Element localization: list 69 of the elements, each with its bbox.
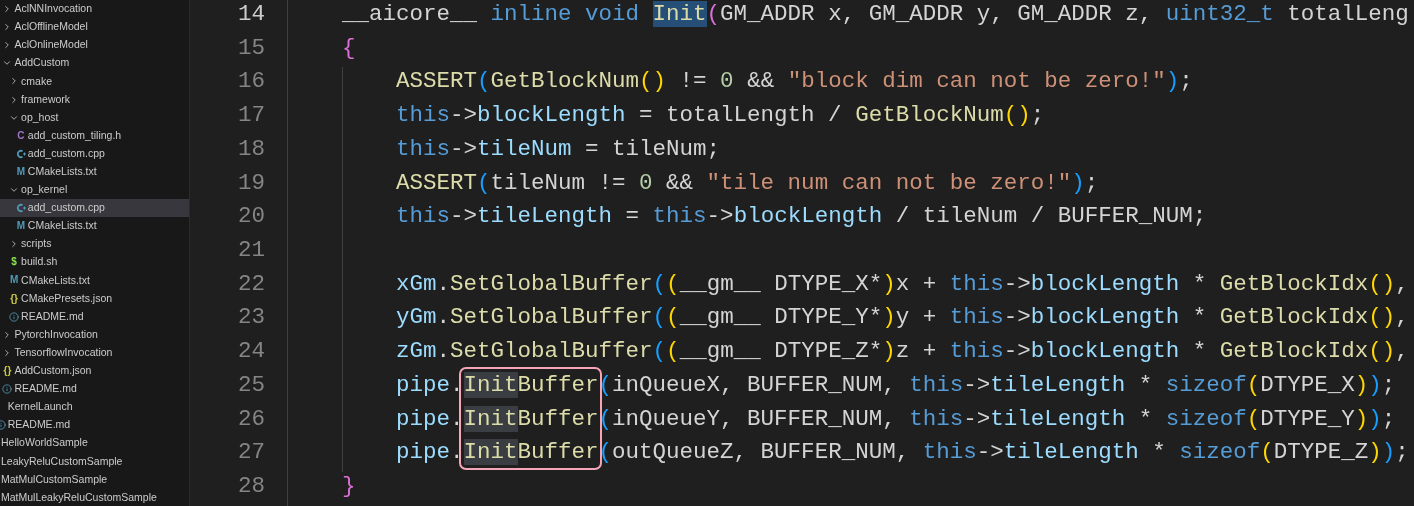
- file-type-icon: M: [9, 275, 19, 286]
- file-type-icon: M: [16, 221, 25, 232]
- file-type-icon: C: [17, 130, 25, 141]
- file-type-icon: M: [16, 166, 25, 177]
- line-number: 20: [238, 202, 265, 232]
- tree-item[interactable]: {} CMakePresets.json: [0, 289, 189, 308]
- line-number: 16: [238, 67, 265, 97]
- code-line: this->tileLength = this->blockLength / tileNum / BUFFER_NUM;: [395, 203, 1207, 230]
- tree-item[interactable]: op_kernel: [0, 180, 189, 200]
- line-number: 17: [238, 101, 265, 131]
- tree-item[interactable]: add_custom.cpp: [0, 144, 189, 163]
- tree-item[interactable]: framework: [0, 90, 189, 109]
- line-number: 23: [238, 303, 265, 333]
- tree-item[interactable]: KernelLaunch: [0, 398, 189, 417]
- code-line: pipe.InitBuffer(inQueueX, BUFFER_NUM, this->tileLength * sizeof(DTYPE_X));: [395, 371, 1396, 398]
- code-line: {: [341, 34, 356, 61]
- tree-item[interactable]: M CMakeLists.txt: [0, 217, 189, 236]
- tree-item[interactable]: M CMakeLists.txt: [0, 271, 189, 290]
- line-number: 22: [238, 269, 265, 299]
- tree-item[interactable]: scripts: [0, 235, 189, 254]
- code-line: pipe.InitBuffer(inQueueY, BUFFER_NUM, this->tileLength * sizeof(DTYPE_Y));: [395, 405, 1396, 432]
- tree-item[interactable]: README.md: [0, 416, 189, 435]
- tree-item[interactable]: TensorflowInvocation: [0, 343, 189, 362]
- code-line: ASSERT(tileNum != 0 && "tile num can not be zero!");: [395, 169, 1099, 196]
- line-number: 28: [238, 472, 265, 502]
- line-number: 15: [238, 33, 265, 63]
- tree-item[interactable]: HelloWorldSample: [0, 434, 189, 453]
- tree-item[interactable]: add_custom.cpp: [0, 199, 189, 218]
- info-icon: [2, 384, 13, 394]
- file-type-icon: $: [11, 257, 17, 268]
- chevron-down-icon: [9, 185, 20, 195]
- tree-item[interactable]: op_host: [0, 108, 189, 127]
- code-line: __aicore__ inline void Init(GM_ADDR x, GM_ADDR y, GM_ADDR z, uint32_t totalLeng: [341, 1, 1409, 27]
- tree-item[interactable]: MatMulLeakyReluCustomSample: [0, 488, 189, 506]
- tree-item[interactable]: PytorchInvocation: [0, 325, 189, 344]
- tree-item[interactable]: README.md: [0, 379, 189, 399]
- tree-item[interactable]: AclOfflineModel: [0, 18, 189, 37]
- code-line: yGm.SetGlobalBuffer((__gm__ DTYPE_Y*)y + this->blockLength * GetBlockIdx(),: [395, 304, 1409, 331]
- tree-item[interactable]: AclOnlineModel: [0, 36, 189, 55]
- tree-item[interactable]: {} AddCustom.json: [0, 361, 189, 380]
- cpp-file-icon: [15, 203, 26, 214]
- line-number: 26: [238, 404, 265, 434]
- tree-item[interactable]: AclNNInvocation: [0, 0, 189, 19]
- code-line: this->tileNum = tileNum;: [395, 135, 721, 162]
- file-type-icon: {}: [10, 293, 18, 304]
- line-number: 18: [238, 134, 265, 164]
- code-line: zGm.SetGlobalBuffer((__gm__ DTYPE_Z*)z + this->blockLength * GetBlockIdx(),: [395, 338, 1409, 365]
- tree-item[interactable]: MatMulCustomSample: [0, 470, 189, 489]
- tree-item[interactable]: cmake: [0, 72, 189, 91]
- code-line: ASSERT(GetBlockNum() != 0 && "block dim can not be zero!");: [395, 68, 1193, 95]
- line-number: 14: [238, 0, 265, 29]
- tree-item[interactable]: README.md: [0, 307, 189, 326]
- info-icon: [9, 311, 20, 322]
- line-number: 21: [238, 236, 265, 266]
- code-line: pipe.InitBuffer(outQueueZ, BUFFER_NUM, this->tileLength * sizeof(DTYPE_Z));: [395, 439, 1409, 466]
- code-line: this->blockLength = totalLength / GetBlockNum();: [395, 102, 1045, 129]
- line-number: 25: [238, 370, 265, 400]
- tree-item[interactable]: AddCustom: [0, 54, 189, 73]
- line-number: 19: [238, 168, 265, 198]
- tree-item[interactable]: M CMakeLists.txt: [0, 162, 189, 181]
- tree-item[interactable]: $ build.sh: [0, 253, 189, 272]
- cpp-file-icon: [15, 148, 26, 159]
- line-number: 24: [238, 337, 265, 367]
- line-number: 27: [238, 438, 265, 468]
- code-line: xGm.SetGlobalBuffer((__gm__ DTYPE_X*)x + this->blockLength * GetBlockIdx(),: [395, 270, 1409, 297]
- file-type-icon: {}: [3, 365, 12, 376]
- tree-item[interactable]: C add_custom_tiling.h: [0, 126, 189, 145]
- tree-item[interactable]: LeakyReluCustomSample: [0, 452, 189, 471]
- code-line: }: [341, 473, 356, 500]
